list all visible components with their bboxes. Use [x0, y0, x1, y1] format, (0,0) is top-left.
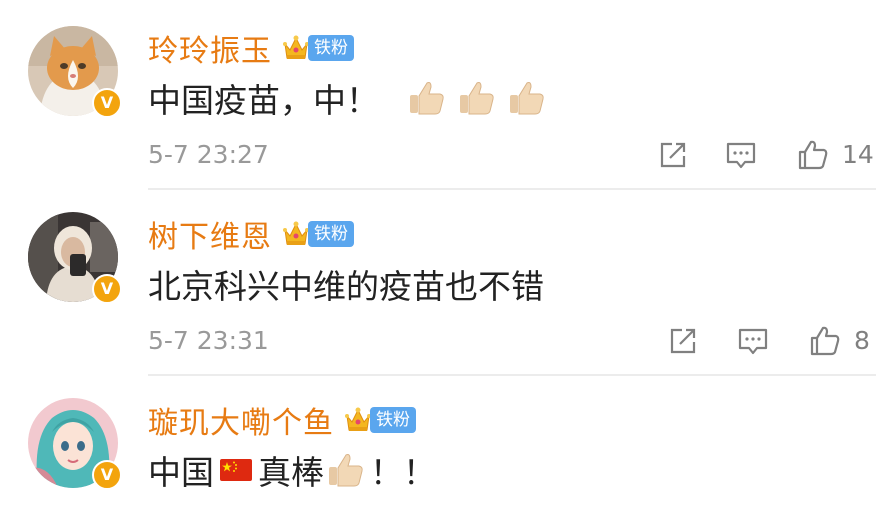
fan-badge: 铁粉 — [308, 35, 354, 61]
thumbs-up-emoji — [510, 82, 544, 115]
like-icon[interactable] — [808, 324, 842, 358]
user-info: 玲玲振玉 铁粉 — [148, 26, 354, 70]
user-info: 璇玑大嘞个鱼 铁粉 — [148, 398, 416, 442]
comment-icon[interactable] — [736, 324, 770, 358]
fan-badge: 铁粉 — [308, 221, 354, 247]
comment-content: 北京科兴中维的疫苗也不错 — [148, 260, 544, 308]
comment-content: 中国疫苗，中！ — [148, 74, 547, 122]
username[interactable]: 玲玲振玉 — [148, 26, 272, 70]
crown-icon — [283, 35, 309, 59]
verified-badge: V — [92, 88, 122, 118]
divider — [148, 188, 876, 190]
like-icon[interactable] — [796, 138, 830, 172]
divider — [148, 374, 876, 376]
comment-text: 中国疫苗，中！ — [148, 81, 379, 120]
avatar[interactable]: V — [28, 26, 122, 118]
comment-text-before: 中国 — [148, 453, 214, 492]
avatar[interactable]: V — [28, 398, 122, 490]
comment-text: 北京科兴中维的疫苗也不错 — [148, 267, 544, 306]
share-icon[interactable] — [666, 324, 700, 358]
comment-item: V 璇玑大嘞个鱼 铁粉 中国 真棒 ！！ — [0, 378, 876, 506]
china-flag-emoji — [220, 459, 252, 481]
crown-icon — [345, 407, 371, 431]
like-count: 8 — [854, 326, 870, 355]
like-count: 14 — [842, 140, 874, 169]
timestamp: 5-7 23:31 — [148, 326, 269, 355]
username[interactable]: 璇玑大嘞个鱼 — [148, 398, 334, 442]
share-icon[interactable] — [656, 138, 690, 172]
comment-item: V 玲玲振玉 铁粉 中国疫苗，中！ 5-7 23:27 14 — [0, 0, 876, 190]
comment-meta: 5-7 23:31 8 — [148, 324, 876, 360]
comment-text-after: 真棒 — [258, 453, 324, 492]
avatar[interactable]: V — [28, 212, 122, 304]
comment-icon[interactable] — [724, 138, 758, 172]
fan-badge: 铁粉 — [370, 407, 416, 433]
user-info: 树下维恩 铁粉 — [148, 212, 354, 256]
crown-icon — [283, 221, 309, 245]
comment-meta: 5-7 23:27 14 — [148, 138, 876, 174]
thumbs-up-emoji — [460, 82, 494, 115]
timestamp: 5-7 23:27 — [148, 140, 269, 169]
verified-badge: V — [92, 274, 122, 304]
thumbs-up-emoji — [410, 82, 444, 115]
verified-badge: V — [92, 460, 122, 490]
username[interactable]: 树下维恩 — [148, 212, 272, 256]
thumbs-up-emoji — [329, 454, 363, 487]
comment-content: 中国 真棒 ！！ — [148, 446, 436, 494]
comment-text-end: ！！ — [370, 453, 436, 492]
comment-item: V 树下维恩 铁粉 北京科兴中维的疫苗也不错 5-7 23:31 8 — [0, 192, 876, 376]
